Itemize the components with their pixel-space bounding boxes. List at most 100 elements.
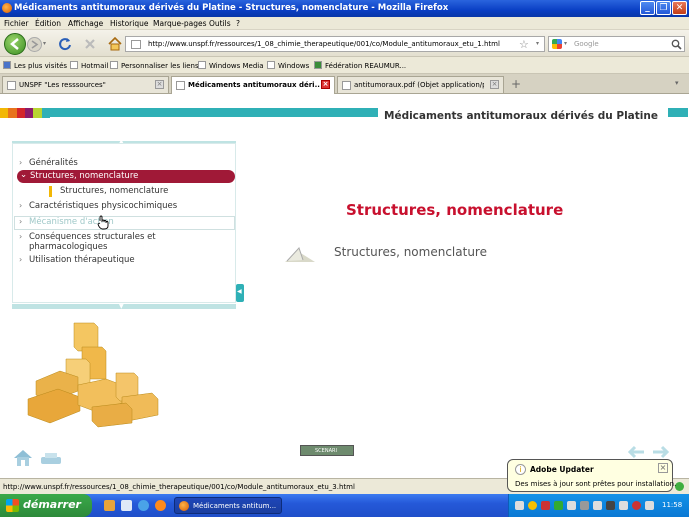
show-desktop-icon[interactable] bbox=[121, 500, 132, 511]
adobe-updater-notification[interactable]: i Adobe Updater × Des mises à jour sont … bbox=[507, 459, 677, 492]
taskbar: démarrer Médicaments antitum... 11:58 bbox=[0, 494, 689, 517]
bookmark-personnaliser[interactable]: Personnaliser les liens bbox=[110, 61, 199, 70]
firefox-icon bbox=[2, 3, 12, 13]
tab-close-icon[interactable]: × bbox=[490, 80, 499, 89]
home-icon[interactable] bbox=[13, 449, 33, 467]
outline-menu: › Généralités ⌄ Structures, nomenclature … bbox=[12, 143, 236, 303]
submenu-item-structures[interactable]: Structures, nomenclature bbox=[49, 186, 169, 197]
notification-title: Adobe Updater bbox=[530, 465, 594, 474]
menu-item-label: Structures, nomenclature bbox=[60, 186, 169, 196]
bookmark-label: Windows bbox=[278, 62, 310, 70]
menu-item-generalites[interactable]: › Généralités bbox=[19, 158, 78, 168]
reload-icon[interactable] bbox=[58, 37, 72, 51]
menu-item-structures-active[interactable]: ⌄ Structures, nomenclature bbox=[17, 170, 235, 183]
tray-icon[interactable] bbox=[541, 501, 550, 510]
tray-icon[interactable] bbox=[515, 501, 524, 510]
tab-unspf-ressources[interactable]: UNSPF "Les resssources" × bbox=[2, 76, 169, 93]
module-title: Médicaments antitumoraux dérivés du Plat… bbox=[378, 107, 668, 125]
page-icon bbox=[176, 81, 185, 90]
submenu-marker bbox=[49, 186, 52, 197]
previous-page-icon[interactable] bbox=[626, 445, 646, 459]
firefox-quicklaunch-icon[interactable] bbox=[155, 500, 166, 511]
main-title: Structures, nomenclature bbox=[346, 201, 564, 219]
bookmark-star-icon[interactable]: ☆ bbox=[519, 38, 529, 51]
internet-explorer-icon[interactable] bbox=[138, 500, 149, 511]
new-tab-icon[interactable]: + bbox=[511, 77, 521, 91]
menu-marque-pages[interactable]: Marque-pages bbox=[153, 19, 207, 28]
restore-button[interactable]: ❐ bbox=[656, 1, 671, 15]
tab-medicaments[interactable]: Médicaments antitumoraux déri... × bbox=[171, 76, 335, 94]
golden-blocks-illustration bbox=[27, 322, 159, 428]
tab-label: antitumoraux.pdf (Objet application/pdf) bbox=[354, 81, 484, 89]
collapse-menu-button[interactable]: ◀ bbox=[236, 284, 244, 302]
bookmark-windows[interactable]: Windows bbox=[267, 61, 309, 70]
tab-label: UNSPF "Les resssources" bbox=[19, 81, 106, 89]
bookmark-windows-media[interactable]: Windows Media bbox=[198, 61, 264, 70]
bookmark-label: Hotmail bbox=[81, 62, 109, 70]
url-bar[interactable]: http://www.unspf.fr/ressources/1_08_chim… bbox=[125, 36, 545, 52]
menu-item-utilisation[interactable]: › Utilisation thérapeutique bbox=[19, 255, 135, 265]
info-icon: i bbox=[515, 464, 526, 475]
bookmark-hotmail[interactable]: Hotmail bbox=[70, 61, 108, 70]
menu-help[interactable]: ? bbox=[236, 19, 240, 28]
tray-icon[interactable] bbox=[632, 501, 641, 510]
menu-item-label: Utilisation thérapeutique bbox=[29, 255, 135, 265]
google-icon[interactable] bbox=[552, 39, 562, 49]
tray-icon[interactable] bbox=[554, 501, 563, 510]
url-dropdown-icon[interactable]: ▾ bbox=[536, 40, 539, 47]
tray-icon[interactable] bbox=[580, 501, 589, 510]
search-box[interactable]: ▾ Google bbox=[548, 36, 685, 52]
tray-icon[interactable] bbox=[528, 501, 537, 510]
minimize-button[interactable]: _ bbox=[640, 1, 655, 15]
search-icon[interactable] bbox=[671, 39, 682, 50]
print-icon[interactable] bbox=[40, 452, 62, 466]
scenari-badge[interactable]: SCENARI bbox=[300, 445, 354, 456]
menu-outils[interactable]: Outils bbox=[209, 19, 231, 28]
reaumur-icon bbox=[314, 61, 322, 69]
tray-icon[interactable] bbox=[593, 501, 602, 510]
clock[interactable]: 11:58 bbox=[662, 501, 682, 509]
menu-fichier[interactable]: Fichier bbox=[4, 19, 29, 28]
menu-historique[interactable]: Historique bbox=[110, 19, 148, 28]
next-page-icon[interactable] bbox=[651, 445, 671, 459]
volume-icon[interactable] bbox=[645, 501, 654, 510]
tray-icon[interactable] bbox=[606, 501, 615, 510]
page-icon bbox=[70, 61, 78, 69]
notification-close-icon[interactable]: × bbox=[658, 463, 668, 473]
menu-item-label: Conséquences structurales et pharmacolog… bbox=[29, 232, 156, 252]
menu-item-caracteristiques[interactable]: › Caractéristiques physicochimiques bbox=[19, 201, 177, 211]
history-dropdown-icon[interactable]: ▾ bbox=[43, 40, 46, 47]
forward-arrow-icon bbox=[31, 40, 39, 49]
menu-item-consequences[interactable]: › Conséquences structurales et pharmacolo… bbox=[19, 232, 169, 252]
menu-edition[interactable]: Édition bbox=[35, 19, 61, 28]
book-pages-icon bbox=[285, 247, 315, 262]
taskbar-window-firefox[interactable]: Médicaments antitum... bbox=[174, 497, 282, 514]
tray-icon[interactable] bbox=[567, 501, 576, 510]
chevron-right-icon: › bbox=[19, 232, 23, 241]
menu-item-label: Généralités bbox=[29, 158, 78, 168]
back-button[interactable] bbox=[4, 33, 26, 55]
tab-close-icon[interactable]: × bbox=[321, 80, 330, 89]
start-button[interactable]: démarrer bbox=[0, 494, 92, 517]
bookmark-les-plus-visites[interactable]: Les plus visités bbox=[3, 61, 67, 70]
notification-message: Des mises à jour sont prêtes pour instal… bbox=[515, 480, 677, 488]
stripe bbox=[16, 108, 25, 118]
search-placeholder: Google bbox=[574, 40, 599, 48]
home-icon[interactable] bbox=[107, 36, 123, 51]
search-engine-dropdown-icon[interactable]: ▾ bbox=[564, 40, 567, 47]
bookmark-federation-reaumur[interactable]: Fédération REAUMUR... bbox=[314, 61, 406, 70]
menu-affichage[interactable]: Affichage bbox=[68, 19, 103, 28]
tab-close-icon[interactable]: × bbox=[155, 80, 164, 89]
forward-button[interactable] bbox=[27, 37, 42, 52]
stop-icon[interactable] bbox=[83, 37, 97, 51]
scroll-down-icon[interactable]: ▼ bbox=[119, 303, 124, 310]
tray-icon[interactable] bbox=[619, 501, 628, 510]
menu-bar: Fichier Édition Affichage Historique Mar… bbox=[0, 17, 689, 30]
navigation-toolbar: ▾ http://www.unspf.fr/ressources/1_08_ch… bbox=[0, 30, 689, 57]
close-button[interactable]: ✕ bbox=[672, 1, 687, 15]
tab-list-icon[interactable]: ▾ bbox=[675, 79, 679, 87]
page-icon bbox=[267, 61, 275, 69]
tab-antitumoraux-pdf[interactable]: antitumoraux.pdf (Objet application/pdf)… bbox=[337, 76, 504, 93]
chevron-right-icon: › bbox=[19, 158, 23, 167]
quicklaunch-icon[interactable] bbox=[104, 500, 115, 511]
